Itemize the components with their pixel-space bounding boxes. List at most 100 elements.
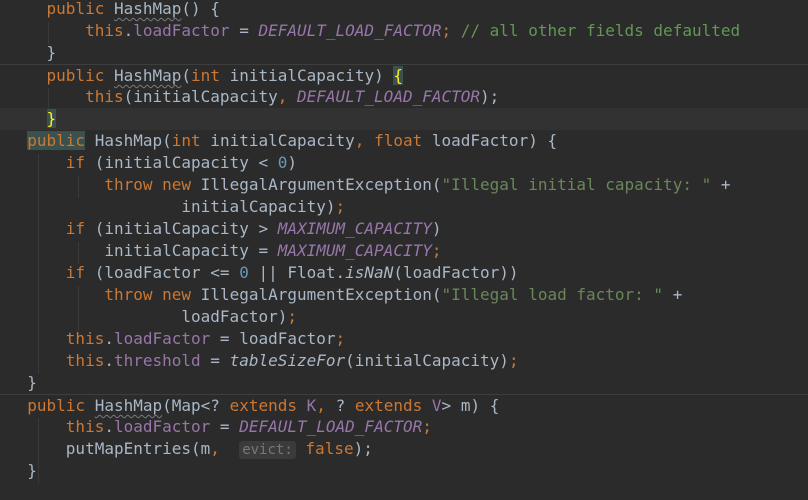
code-line[interactable]: public HashMap(int initialCapacity) { xyxy=(0,64,808,86)
code-line[interactable]: if (initialCapacity > MAXIMUM_CAPACITY) xyxy=(0,218,808,240)
code-token: throw xyxy=(104,285,153,304)
code-line[interactable]: throw new IllegalArgumentException("Ille… xyxy=(0,174,808,196)
code-token: ; xyxy=(287,307,297,326)
code-line[interactable]: this.loadFactor = DEFAULT_LOAD_FACTOR; xyxy=(0,416,808,438)
code-token: initialCapacity) xyxy=(219,66,394,85)
code-line[interactable]: if (initialCapacity < 0) xyxy=(0,152,808,174)
code-token: new xyxy=(162,285,192,304)
code-token: { xyxy=(393,66,403,85)
code-line[interactable]: initialCapacity); xyxy=(0,196,808,218)
code-token: + xyxy=(711,175,731,194)
code-token: + xyxy=(663,285,683,304)
code-line[interactable]: putMapEntries(m, evict: false); xyxy=(0,438,808,460)
code-line[interactable]: } xyxy=(0,108,808,130)
code-line[interactable]: public HashMap() { xyxy=(0,0,808,20)
code-token: ); xyxy=(480,87,500,106)
code-line[interactable]: this(initialCapacity, DEFAULT_LOAD_FACTO… xyxy=(0,86,808,108)
code-line[interactable]: throw new IllegalArgumentException("Ille… xyxy=(0,284,808,306)
parameter-hint: evict: xyxy=(239,441,296,459)
code-token: initialCapacity) xyxy=(181,197,336,216)
code-token: isNaN xyxy=(345,263,394,282)
code-token: this xyxy=(65,351,105,370)
code-token: MAXIMUM_CAPACITY xyxy=(277,241,432,260)
code-token: = xyxy=(200,351,230,370)
code-token: public xyxy=(27,131,86,150)
code-token: () { xyxy=(181,0,220,18)
code-line[interactable]: public HashMap(Map<? extends K, ? extend… xyxy=(0,394,808,416)
code-token: ) xyxy=(287,153,297,172)
code-token: DEFAULT_LOAD_FACTOR xyxy=(239,417,423,436)
code-token: . xyxy=(104,417,114,436)
code-token: loadFactor xyxy=(113,329,211,348)
code-line[interactable]: } xyxy=(0,460,808,482)
code-token: } xyxy=(46,109,57,128)
code-token: loadFactor) { xyxy=(422,131,558,150)
code-token: loadFactor) xyxy=(181,307,288,326)
code-token: DEFAULT_LOAD_FACTOR xyxy=(296,87,481,106)
code-token: HashMap( xyxy=(85,131,172,150)
code-token: HashMap xyxy=(113,66,182,85)
code-token: if xyxy=(65,219,86,238)
code-line[interactable]: } xyxy=(0,372,808,394)
code-token: IllegalArgumentException( xyxy=(191,175,442,194)
code-token: ; xyxy=(335,329,346,348)
code-token: initialCapacity xyxy=(200,131,355,150)
code-token: ? xyxy=(335,396,355,415)
code-editor[interactable]: public HashMap() { this.loadFactor = DEF… xyxy=(0,0,808,500)
code-token: this xyxy=(65,329,105,348)
code-line[interactable]: loadFactor); xyxy=(0,306,808,328)
code-token: ); xyxy=(353,439,373,458)
code-token: (loadFactor <= xyxy=(85,263,240,282)
code-token: initialCapacity = xyxy=(104,241,278,260)
code-token: ; xyxy=(508,351,519,370)
code-token: // all other fields defaulted xyxy=(460,21,741,40)
code-token: false xyxy=(305,439,354,458)
code-token: , xyxy=(354,131,375,150)
code-line[interactable]: public HashMap(int initialCapacity, floa… xyxy=(0,130,808,152)
code-line[interactable]: this.threshold = tableSizeFor(initialCap… xyxy=(0,350,808,372)
code-token: = xyxy=(229,21,259,40)
code-token: IllegalArgumentException( xyxy=(191,285,442,304)
code-token: = loadFactor xyxy=(210,329,336,348)
code-line[interactable]: } xyxy=(0,42,808,64)
code-line[interactable]: if (loadFactor <= 0 || Float.isNaN(loadF… xyxy=(0,262,808,284)
code-token: this xyxy=(85,21,124,40)
code-token: 0 xyxy=(239,263,249,282)
code-token: MAXIMUM_CAPACITY xyxy=(277,219,432,238)
code-token: public xyxy=(46,66,105,85)
code-token: extends xyxy=(229,396,298,415)
code-token: (initialCapacity xyxy=(123,87,278,106)
code-token: if xyxy=(65,263,86,282)
code-token: new xyxy=(162,175,192,194)
code-line[interactable]: this.loadFactor = DEFAULT_LOAD_FACTOR; /… xyxy=(0,20,808,42)
code-token: (Map<? xyxy=(162,396,230,415)
code-token: if xyxy=(65,153,86,172)
code-token: K xyxy=(306,396,317,415)
code-line[interactable]: initialCapacity = MAXIMUM_CAPACITY; xyxy=(0,240,808,262)
code-line[interactable]: this.loadFactor = loadFactor; xyxy=(0,328,808,350)
code-token: , xyxy=(210,439,240,458)
code-token: public xyxy=(27,396,86,415)
code-token: this xyxy=(85,87,124,106)
code-token: . xyxy=(123,21,134,40)
